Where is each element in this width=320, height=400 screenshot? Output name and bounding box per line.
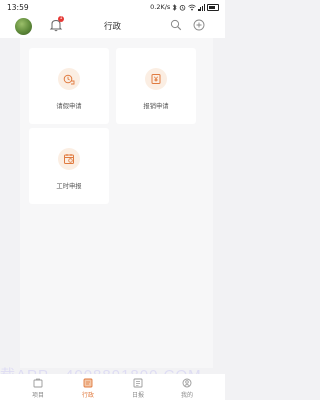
tab-label: 项目 <box>31 392 44 399</box>
tab-admin[interactable]: 行政 <box>68 374 108 400</box>
card-work-hours[interactable]: 工时申报 <box>29 128 109 204</box>
card-leave-request[interactable]: 请假申请 <box>29 48 109 124</box>
bluetooth-icon <box>173 3 177 11</box>
card-label: 请假申请 <box>56 103 82 110</box>
battery-icon <box>207 3 219 11</box>
search-icon[interactable] <box>170 19 182 31</box>
profile-icon <box>182 378 192 388</box>
tab-project[interactable]: 项目 <box>18 374 58 400</box>
card-label: 报销申请 <box>143 103 169 110</box>
status-indicators: 0.2K/s <box>150 3 219 11</box>
icon-circle <box>58 148 80 170</box>
leave-request-icon <box>63 74 75 85</box>
project-icon <box>33 378 43 388</box>
tab-label: 我的 <box>180 392 193 399</box>
work-hours-icon <box>64 154 74 164</box>
admin-icon <box>83 378 93 388</box>
reimbursement-icon <box>151 74 161 84</box>
icon-circle <box>58 68 80 90</box>
signal-icon <box>198 4 205 11</box>
tab-profile[interactable]: 我的 <box>167 374 207 400</box>
tab-label: 日报 <box>131 392 144 399</box>
tab-label: 行政 <box>81 392 94 399</box>
status-bar: 13:59 0.2K/s <box>0 0 225 14</box>
bottom-tab-bar: 项目 行政 日报 我的 <box>0 374 225 400</box>
network-speed: 0.2K/s <box>150 3 171 11</box>
add-icon[interactable] <box>193 19 205 31</box>
alarm-icon <box>180 4 186 11</box>
status-time: 13:59 <box>7 3 29 12</box>
page-title: 行政 <box>103 22 121 32</box>
admin-grid: 请假申请 报销申请 工时申报 <box>20 38 213 368</box>
card-label: 工时申报 <box>56 183 82 190</box>
wifi-icon <box>188 4 197 10</box>
icon-circle <box>145 68 167 90</box>
daily-report-icon <box>133 378 143 388</box>
tab-daily-report[interactable]: 日报 <box>118 374 158 400</box>
header: 1 行政 <box>0 14 225 38</box>
card-reimbursement[interactable]: 报销申请 <box>116 48 196 124</box>
